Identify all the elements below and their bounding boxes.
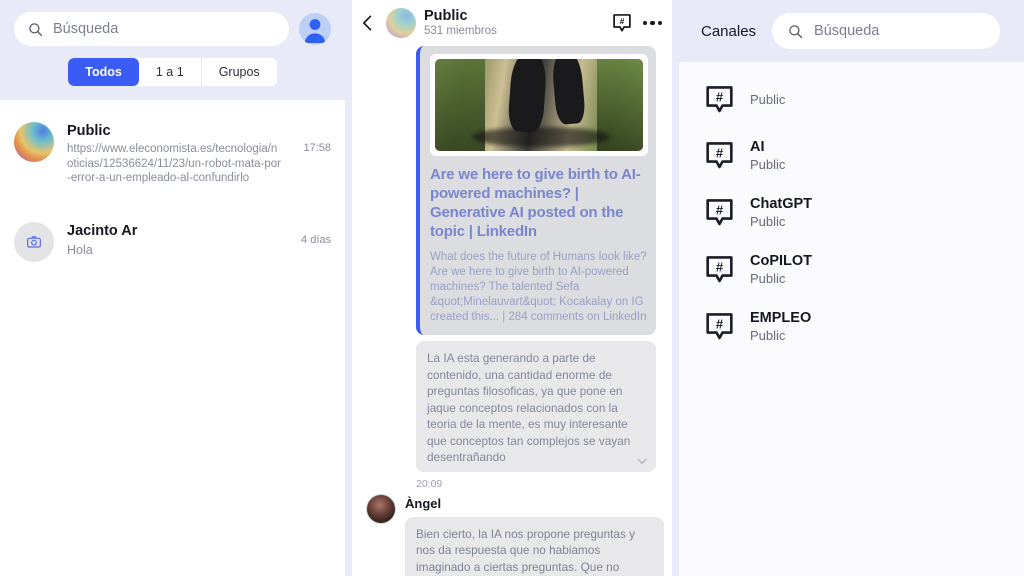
channels-search-placeholder: Búsqueda xyxy=(814,23,880,39)
conversations-header: Búsqueda Todos 1 a 1 Grupos xyxy=(0,0,345,100)
conversation-preview: Hola xyxy=(67,242,93,257)
conversation-body: Jacinto Ar Hola xyxy=(67,222,280,258)
chat-header-actions: # xyxy=(611,12,662,34)
message-list[interactable]: Are we here to give birth to AI-powered … xyxy=(352,46,672,576)
back-chevron-icon[interactable] xyxy=(358,13,378,33)
filter-tab-group: Todos 1 a 1 Grupos xyxy=(68,58,277,86)
svg-text:#: # xyxy=(716,316,724,331)
more-options-icon[interactable] xyxy=(642,20,662,26)
conversation-preview: https://www.eleconomista.es/tecnologia/n… xyxy=(67,143,281,184)
message-text: Bien cierto, la IA nos propone preguntas… xyxy=(416,526,636,574)
avatar[interactable] xyxy=(366,493,396,524)
panel-divider xyxy=(672,0,679,576)
hashtag-channel-icon: # xyxy=(706,142,733,169)
profile-avatar[interactable] xyxy=(299,13,331,45)
chat-panel: Public 531 miembros # Are we here to giv… xyxy=(352,0,672,576)
channel-name: AI xyxy=(750,139,765,155)
svg-text:#: # xyxy=(716,202,724,217)
message-group: Are we here to give birth to AI-powered … xyxy=(416,46,656,472)
search-input[interactable]: Búsqueda xyxy=(14,12,289,46)
list-item[interactable]: Jacinto Ar Hola 4 días xyxy=(0,212,345,272)
search-icon xyxy=(789,24,803,38)
filter-tabs: Todos 1 a 1 Grupos xyxy=(14,58,331,86)
conversations-panel: Búsqueda Todos 1 a 1 Grupos Public https… xyxy=(0,0,345,576)
svg-text:#: # xyxy=(716,145,724,160)
panel-divider xyxy=(345,0,352,576)
search-row: Búsqueda xyxy=(14,12,331,46)
hashtag-channel-icon: # xyxy=(706,86,733,113)
channel-name: CoPILOT xyxy=(750,253,813,269)
search-placeholder-text: Búsqueda xyxy=(53,21,119,37)
conversation-timestamp: 4 días xyxy=(301,233,331,246)
hashtag-channel-icon: # xyxy=(706,313,733,340)
page-title: Public xyxy=(424,8,468,24)
messaging-app-window: Búsqueda Todos 1 a 1 Grupos Public https… xyxy=(0,0,1024,576)
message-row: Àngel Bien cierto, la IA nos propone pre… xyxy=(360,493,664,576)
avatar xyxy=(14,122,54,162)
leg-left xyxy=(507,59,548,134)
camera-icon xyxy=(27,235,41,248)
conversation-name: Jacinto Ar xyxy=(67,222,138,239)
message-column: Àngel Bien cierto, la IA nos propone pre… xyxy=(405,494,664,576)
chevron-down-icon[interactable] xyxy=(635,454,649,468)
channel-info: ChatGPT Public xyxy=(750,195,812,230)
tab-todos[interactable]: Todos xyxy=(68,58,139,86)
tab-grupos[interactable]: Grupos xyxy=(201,58,277,86)
channel-info: CoPILOT Public xyxy=(750,252,812,287)
list-item[interactable]: # CoPILOT Public xyxy=(679,241,1024,298)
profile-avatar-icon xyxy=(304,19,326,43)
svg-text:#: # xyxy=(716,259,724,274)
list-item[interactable]: # Public xyxy=(679,72,1024,127)
channel-info: Public xyxy=(750,91,785,108)
list-item[interactable]: Public https://www.eleconomista.es/tecno… xyxy=(0,112,345,196)
channel-info: EMPLEO Public xyxy=(750,309,811,344)
channels-search-input[interactable]: Búsqueda xyxy=(772,13,1000,49)
conversation-timestamp: 17:58 xyxy=(303,142,331,154)
leg-right xyxy=(550,59,586,125)
hashtag-channel-icon: # xyxy=(706,199,733,226)
channel-visibility: Public xyxy=(750,92,786,107)
channel-name: EMPLEO xyxy=(750,310,812,326)
member-count: 531 miembros xyxy=(424,25,497,37)
chat-header: Public 531 miembros # xyxy=(352,0,672,46)
svg-text:#: # xyxy=(619,17,624,26)
link-thumbnail-frame xyxy=(430,54,648,156)
hashtag-channel-icon[interactable]: # xyxy=(611,12,633,34)
link-preview-card[interactable]: Are we here to give birth to AI-powered … xyxy=(416,46,656,335)
channel-visibility: Public xyxy=(750,214,786,229)
hashtag-channel-icon: # xyxy=(706,256,733,283)
conversation-list: Public https://www.eleconomista.es/tecno… xyxy=(0,100,345,576)
link-preview-description: What does the future of Humans look like… xyxy=(430,251,647,323)
svg-text:#: # xyxy=(716,89,724,104)
conversation-body: Public https://www.eleconomista.es/tecno… xyxy=(67,122,282,186)
search-icon xyxy=(29,22,43,36)
channel-visibility: Public xyxy=(750,328,786,343)
message-text: La IA esta generando a parte de contenid… xyxy=(427,351,631,464)
conversation-name: Public xyxy=(67,123,111,139)
channel-name: ChatGPT xyxy=(750,196,813,212)
channels-panel: Canales Búsqueda # Public # AI Public # … xyxy=(679,0,1024,576)
tab-1-a-1[interactable]: 1 a 1 xyxy=(138,58,202,86)
link-thumbnail-image xyxy=(435,59,643,151)
channels-list: # Public # AI Public # ChatGPT Public # … xyxy=(679,62,1024,576)
message-timestamp: 20:09 xyxy=(416,477,443,490)
list-item[interactable]: # ChatGPT Public xyxy=(679,184,1024,241)
avatar xyxy=(14,221,54,262)
channel-info: AI Public xyxy=(750,138,785,173)
channel-visibility: Public xyxy=(750,157,786,172)
ground-shadow xyxy=(472,127,610,148)
message-bubble[interactable]: Bien cierto, la IA nos propone preguntas… xyxy=(405,516,664,576)
list-item[interactable]: # EMPLEO Public xyxy=(679,298,1024,355)
message-bubble[interactable]: La IA esta generando a parte de contenid… xyxy=(416,341,656,472)
chat-avatar[interactable] xyxy=(386,8,416,38)
channels-header: Canales Búsqueda xyxy=(679,0,1024,62)
channels-title: Canales xyxy=(701,22,757,40)
link-preview-title: Are we here to give birth to AI-powered … xyxy=(430,166,641,240)
message-sender-name: Àngel xyxy=(405,495,442,511)
chat-header-text: Public 531 miembros xyxy=(424,8,603,38)
channel-visibility: Public xyxy=(750,271,786,286)
list-item[interactable]: # AI Public xyxy=(679,127,1024,184)
